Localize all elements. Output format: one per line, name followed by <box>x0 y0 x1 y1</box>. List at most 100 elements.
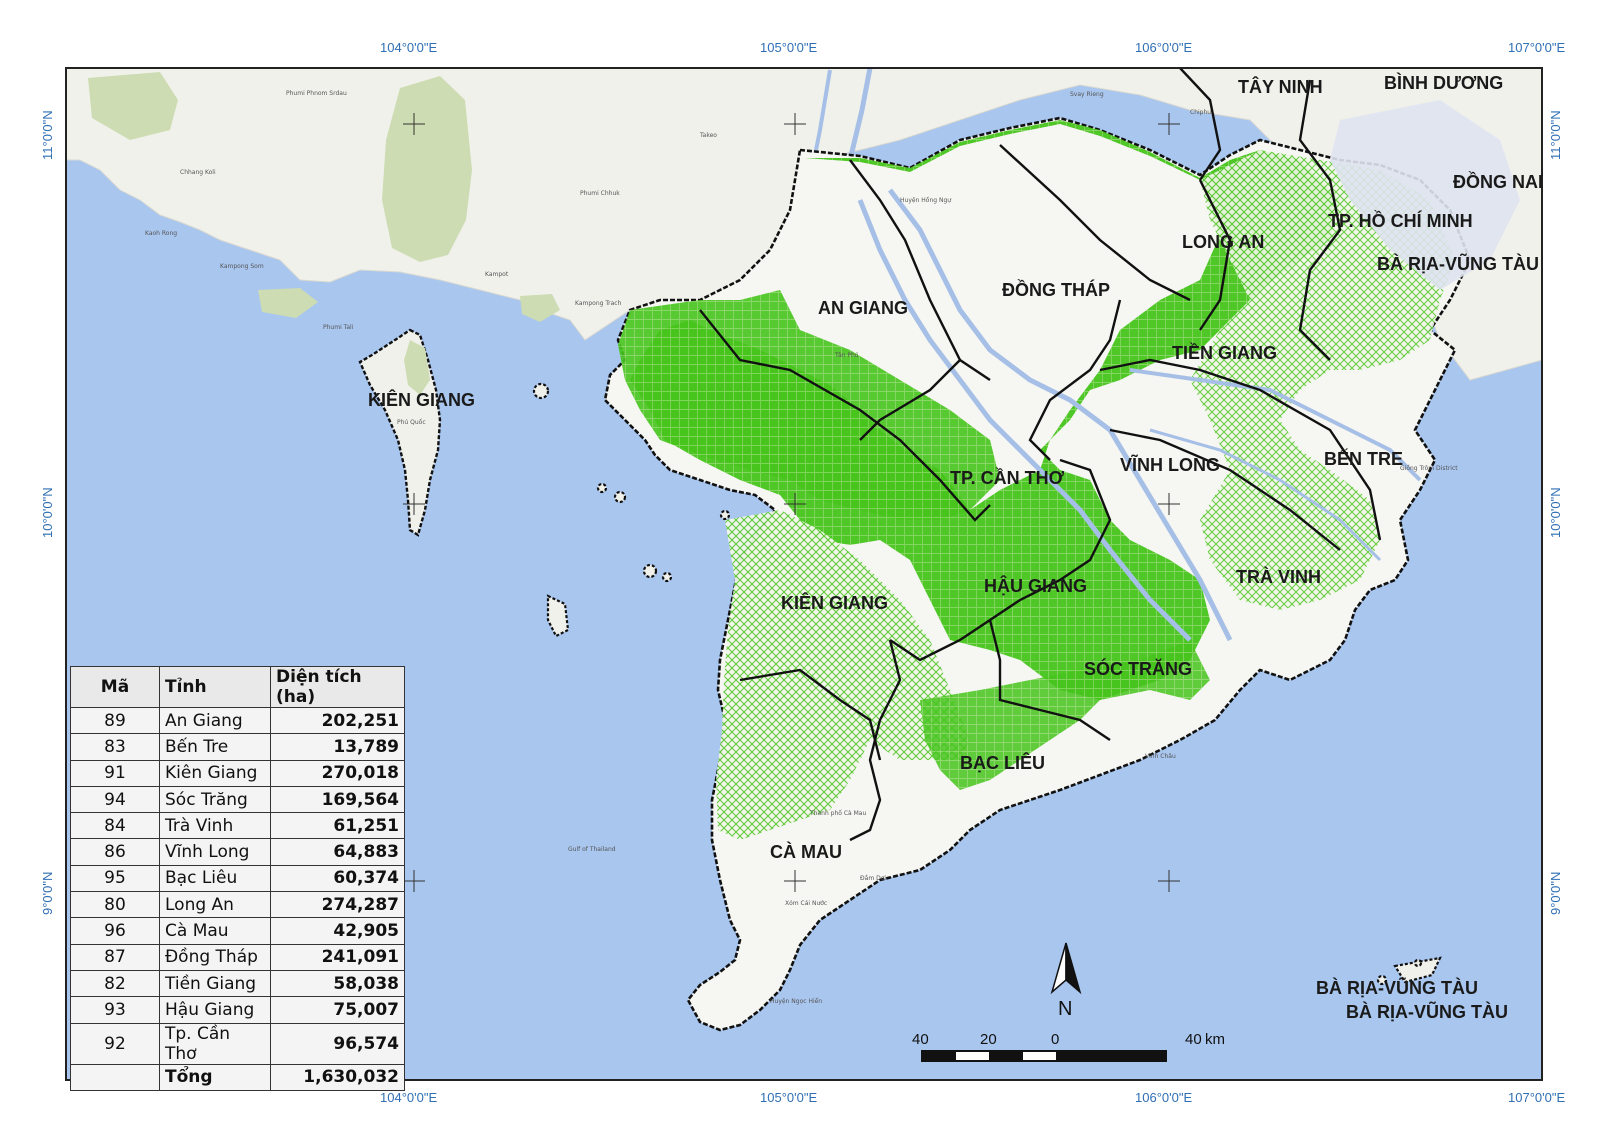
cell-province: Trà Vinh <box>159 812 271 840</box>
cell-code: 91 <box>70 759 160 787</box>
svg-text:Phumi Tali: Phumi Tali <box>323 324 354 331</box>
svg-text:Xóm Cái Nước: Xóm Cái Nước <box>785 900 827 907</box>
cell-code: 93 <box>70 996 160 1024</box>
lon-top-107: 107°0'0"E <box>1508 40 1565 55</box>
svg-text:Kaoh Rong: Kaoh Rong <box>145 230 177 237</box>
lon-bottom-107: 107°0'0"E <box>1508 1090 1565 1105</box>
label-kien-giang: KIÊN GIANG <box>781 592 888 613</box>
cell-province: Kiên Giang <box>159 759 271 787</box>
cell-area: 61,251 <box>270 812 405 840</box>
lon-bottom-104: 104°0'0"E <box>380 1090 437 1105</box>
svg-text:Huyện Ngọc Hiển: Huyện Ngọc Hiển <box>770 998 822 1005</box>
table-row: 80 Long An 274,287 <box>70 891 405 919</box>
table-row: 82 Tiền Giang 58,038 <box>70 969 405 998</box>
svg-text:Kampong Trach: Kampong Trach <box>575 300 622 307</box>
cell-province: Sóc Trăng <box>159 785 271 814</box>
label-dong-thap: ĐỒNG THÁP <box>1002 279 1110 300</box>
table-row: 95 Bạc Liêu 60,374 <box>70 864 405 893</box>
svg-text:Phumi Chhuk: Phumi Chhuk <box>580 190 620 197</box>
label-tay-ninh: TÂY NINH <box>1238 76 1323 97</box>
lon-bottom-106: 106°0'0"E <box>1135 1090 1192 1105</box>
cropland-area-table: Mã Tỉnh Diện tích (ha) 89 An Giang 202,251… <box>70 666 405 1091</box>
cell-province: Bạc Liêu <box>159 864 271 893</box>
cell-area: 241,091 <box>270 943 405 971</box>
svg-text:Phú Quốc: Phú Quốc <box>397 419 426 426</box>
cell-code: 80 <box>70 891 160 919</box>
svg-text:Thành phố Cà Mau: Thành phố Cà Mau <box>809 810 866 817</box>
label-vinh-long: VĨNH LONG <box>1120 454 1220 475</box>
table-row: 87 Đồng Tháp 241,091 <box>70 943 405 971</box>
table-total-row: Tổng 1,630,032 <box>70 1063 405 1091</box>
svg-text:Phumi Phnom Srdau: Phumi Phnom Srdau <box>286 90 347 97</box>
table-row: 89 An Giang 202,251 <box>70 706 405 735</box>
table-row: 93 Hậu Giang 75,007 <box>70 996 405 1024</box>
cell-area: 270,018 <box>270 759 405 787</box>
cell-code: 82 <box>70 969 160 998</box>
label-ba-ria-vung-tau-top: BÀ RỊA-VŨNG TÀU <box>1377 253 1539 274</box>
scale-tick-40-right: 40 <box>1185 1031 1202 1048</box>
table-row: 92 Tp. Cần Thơ 96,574 <box>70 1022 405 1065</box>
cell-province: Tp. Cần Thơ <box>159 1022 271 1065</box>
north-arrow-label: N <box>1058 998 1072 1020</box>
cell-total-label: Tổng <box>159 1063 271 1091</box>
cell-code: 86 <box>70 838 160 866</box>
label-hau-giang: HẬU GIANG <box>984 575 1087 596</box>
table-row: 86 Vĩnh Long 64,883 <box>70 838 405 866</box>
label-ba-ria-vung-tau-2: BÀ RỊA-VŨNG TÀU <box>1346 1001 1508 1022</box>
cell-code: 92 <box>70 1022 160 1065</box>
svg-text:Kampot: Kampot <box>485 271 509 278</box>
cell-province: Tiền Giang <box>159 969 271 998</box>
cell-area: 202,251 <box>270 706 405 735</box>
lon-bottom-105: 105°0'0"E <box>760 1090 817 1105</box>
label-hcmc: TP. HỒ CHÍ MINH <box>1328 210 1473 231</box>
scale-tick-20: 20 <box>980 1031 997 1048</box>
cell-code: 87 <box>70 943 160 971</box>
label-dong-nai: ĐỒNG NAI <box>1453 171 1543 192</box>
cell-area: 169,564 <box>270 785 405 814</box>
lat-left-11: 11°0'0"N <box>40 110 55 160</box>
table-row: 96 Cà Mau 42,905 <box>70 917 405 945</box>
cell-code: 94 <box>70 785 160 814</box>
label-bac-lieu: BẠC LIÊU <box>960 752 1045 773</box>
cell-code: 83 <box>70 733 160 761</box>
svg-text:Giồng Trôm District: Giồng Trôm District <box>1400 464 1458 472</box>
label-can-tho: TP. CẦN THƠ <box>950 467 1065 488</box>
svg-text:Đầm Dơi: Đầm Dơi <box>860 874 886 882</box>
label-ba-ria-vung-tau-1: BÀ RỊA-VŨNG TÀU <box>1316 977 1478 998</box>
svg-text:Chiphu: Chiphu <box>1190 109 1211 116</box>
label-binh-duong: BÌNH DƯƠNG <box>1384 72 1503 93</box>
cell-province: Vĩnh Long <box>159 838 271 866</box>
svg-text:Chhang Koli: Chhang Koli <box>180 169 216 176</box>
header-area: Diện tích (ha) <box>270 666 405 708</box>
label-ben-tre: BẾN TRE <box>1324 448 1403 469</box>
cell-area: 75,007 <box>270 996 405 1024</box>
cell-area: 96,574 <box>270 1022 405 1065</box>
cell-code: 89 <box>70 706 160 735</box>
lat-left-10: 10°0'0"N <box>40 487 55 538</box>
label-tien-giang: TIỀN GIANG <box>1172 342 1277 363</box>
cell-area: 64,883 <box>270 838 405 866</box>
header-province: Tỉnh <box>159 666 271 708</box>
lon-top-105: 105°0'0"E <box>760 40 817 55</box>
lat-right-9: 9°0'0"N <box>1548 872 1563 915</box>
cell-area: 274,287 <box>270 891 405 919</box>
label-tra-vinh: TRÀ VINH <box>1236 566 1321 587</box>
cell-province: Long An <box>159 891 271 919</box>
table-header-row: Mã Tỉnh Diện tích (ha) <box>70 666 405 708</box>
cell-area: 42,905 <box>270 917 405 945</box>
cell-total-code <box>70 1063 160 1091</box>
cell-province: Hậu Giang <box>159 996 271 1024</box>
header-code: Mã <box>70 666 160 708</box>
cell-province: Đồng Tháp <box>159 943 271 971</box>
cell-total-area: 1,630,032 <box>270 1063 405 1091</box>
cell-area: 60,374 <box>270 864 405 893</box>
label-long-an: LONG AN <box>1182 232 1264 252</box>
scale-unit: km <box>1205 1031 1225 1048</box>
svg-text:Huyện Hồng Ngự: Huyện Hồng Ngự <box>900 196 952 204</box>
label-kien-giang-island: KIÊN GIANG <box>368 389 475 410</box>
scale-tick-40-left: 40 <box>912 1031 929 1048</box>
cell-code: 84 <box>70 812 160 840</box>
svg-text:Svay Rieng: Svay Rieng <box>1070 91 1104 98</box>
svg-text:Vĩnh Châu: Vĩnh Châu <box>1145 753 1176 760</box>
label-soc-trang: SÓC TRĂNG <box>1084 658 1192 679</box>
